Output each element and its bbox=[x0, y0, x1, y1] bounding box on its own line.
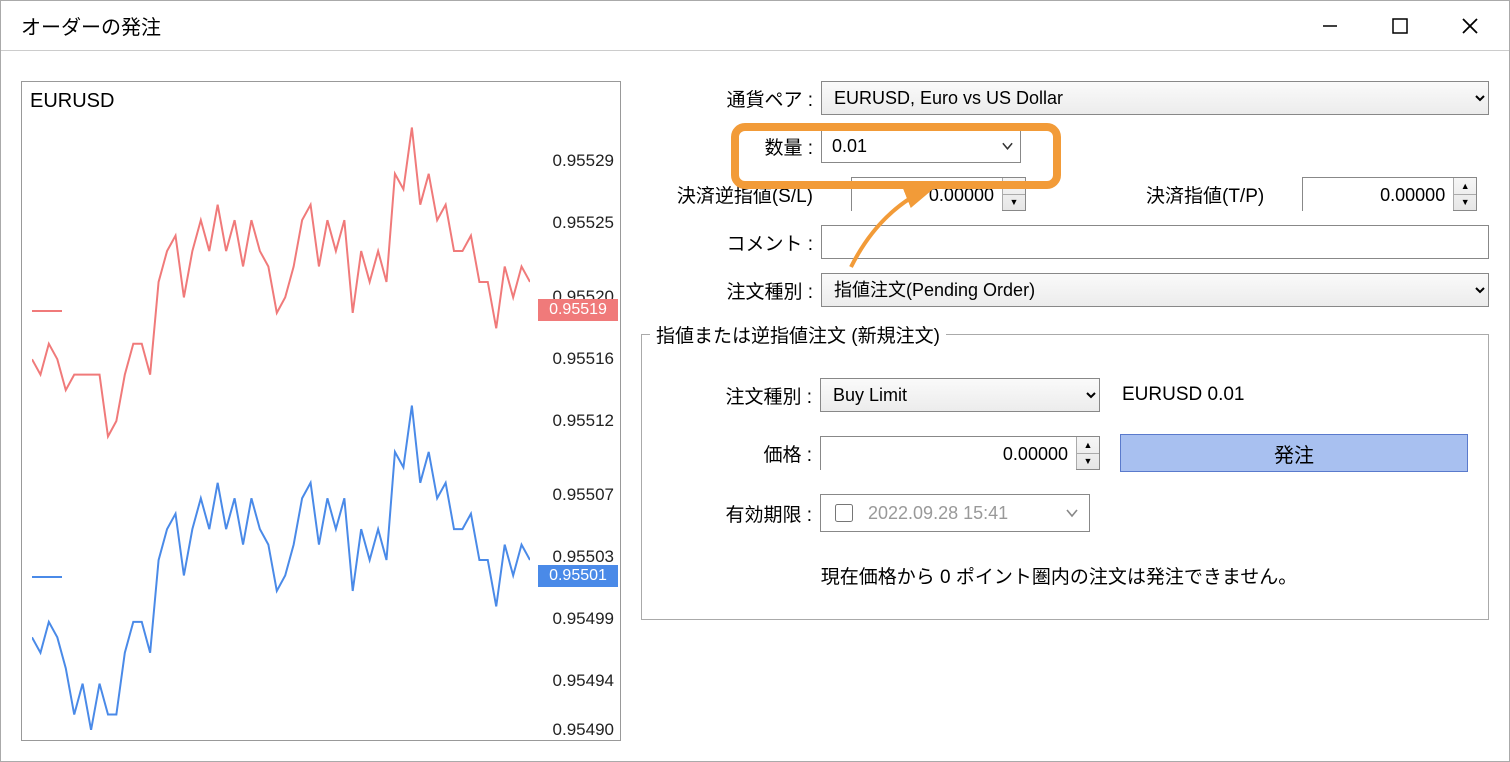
expiry-value: 2022.09.28 15:41 bbox=[868, 503, 1053, 524]
pending-type-label: 注文種別 : bbox=[650, 382, 820, 409]
order-window: オーダーの発注 EURUSD 0.955290.955250.955200.95… bbox=[0, 0, 1510, 762]
chevron-down-icon bbox=[1065, 506, 1079, 520]
expiry-picker[interactable]: 2022.09.28 15:41 bbox=[820, 494, 1090, 532]
order-type-label: 注文種別 : bbox=[641, 277, 821, 304]
expiry-label: 有効期限 : bbox=[650, 500, 820, 527]
axis-tick: 0.95490 bbox=[553, 720, 614, 740]
tp-spinner[interactable]: ▲▼ bbox=[1302, 177, 1477, 211]
minimize-button[interactable] bbox=[1295, 2, 1365, 50]
bid-price-tag: 0.95501 bbox=[538, 565, 618, 587]
sl-label: 決済逆指値(S/L) bbox=[641, 181, 821, 208]
qty-combo[interactable] bbox=[821, 129, 1021, 163]
price-down[interactable]: ▼ bbox=[1077, 454, 1099, 470]
axis-tick: 0.95494 bbox=[553, 671, 614, 691]
axis-tick: 0.95525 bbox=[553, 213, 614, 233]
expiry-checkbox[interactable] bbox=[835, 504, 853, 522]
comment-input[interactable] bbox=[821, 225, 1489, 259]
chart-symbol-label: EURUSD bbox=[30, 90, 114, 113]
tp-input[interactable] bbox=[1303, 178, 1453, 212]
axis-tick: 0.95512 bbox=[553, 411, 614, 431]
axis-tick: 0.95529 bbox=[553, 151, 614, 171]
window-title: オーダーの発注 bbox=[21, 11, 1295, 40]
submit-button[interactable]: 発注 bbox=[1120, 434, 1468, 472]
sl-up[interactable]: ▲ bbox=[1003, 178, 1025, 195]
pending-order-group: 指値または逆指値注文 (新規注文) 注文種別 : Buy Limit EURUS… bbox=[641, 321, 1489, 620]
chevron-down-icon bbox=[1001, 139, 1014, 153]
price-up[interactable]: ▲ bbox=[1077, 437, 1099, 454]
order-type-select[interactable]: 指値注文(Pending Order) bbox=[821, 273, 1489, 307]
price-label: 価格 : bbox=[650, 440, 820, 467]
maximize-button[interactable] bbox=[1365, 2, 1435, 50]
qty-label: 数量 : bbox=[641, 133, 821, 160]
price-chart-panel: EURUSD 0.955290.955250.955200.955160.955… bbox=[21, 81, 621, 741]
pending-type-select[interactable]: Buy Limit bbox=[820, 378, 1100, 412]
comment-label: コメント : bbox=[641, 229, 821, 256]
sl-input[interactable] bbox=[852, 178, 1002, 212]
close-button[interactable] bbox=[1435, 2, 1505, 50]
ask-price-tag: 0.95519 bbox=[538, 299, 618, 321]
qty-input[interactable] bbox=[828, 131, 1001, 161]
tp-label: 決済指値(T/P) bbox=[1146, 181, 1272, 208]
titlebar: オーダーの発注 bbox=[1, 1, 1509, 51]
sl-down[interactable]: ▼ bbox=[1003, 195, 1025, 211]
axis-tick: 0.95499 bbox=[553, 609, 614, 629]
axis-tick: 0.95507 bbox=[553, 485, 614, 505]
pending-summary: EURUSD 0.01 bbox=[1122, 384, 1245, 406]
price-input[interactable] bbox=[821, 437, 1076, 471]
pending-legend: 指値または逆指値注文 (新規注文) bbox=[650, 321, 946, 348]
price-spinner[interactable]: ▲▼ bbox=[820, 436, 1100, 470]
pair-label: 通貨ペア : bbox=[641, 85, 821, 112]
chart-plot bbox=[32, 112, 530, 730]
axis-tick: 0.95516 bbox=[553, 349, 614, 369]
tp-down[interactable]: ▼ bbox=[1454, 195, 1476, 211]
pair-select[interactable]: EURUSD, Euro vs US Dollar bbox=[821, 81, 1489, 115]
content-area: EURUSD 0.955290.955250.955200.955160.955… bbox=[1, 51, 1509, 761]
chart-y-axis: 0.955290.955250.955200.955160.955120.955… bbox=[535, 112, 620, 730]
bid-price-line bbox=[32, 576, 62, 578]
tp-up[interactable]: ▲ bbox=[1454, 178, 1476, 195]
order-restriction-note: 現在価格から 0 ポイント圏内の注文は発注できません。 bbox=[650, 562, 1468, 589]
sl-spinner[interactable]: ▲▼ bbox=[851, 177, 1026, 211]
ask-price-line bbox=[32, 310, 62, 312]
order-form: 通貨ペア : EURUSD, Euro vs US Dollar 数量 : 決済… bbox=[641, 81, 1489, 741]
